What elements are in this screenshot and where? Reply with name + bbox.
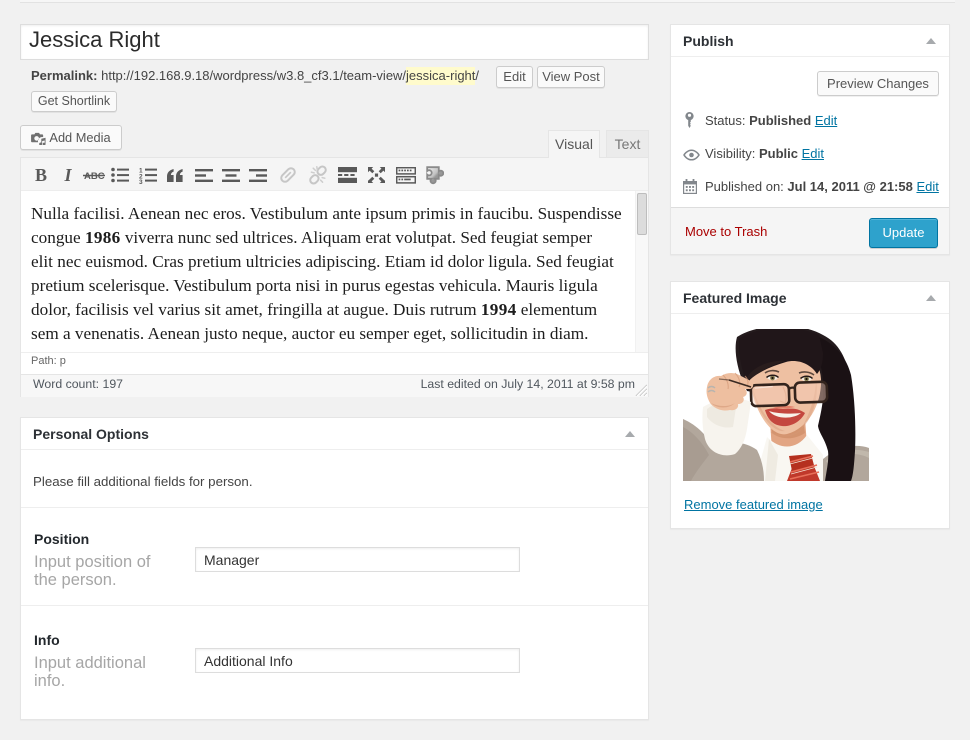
- svg-text:ABC: ABC: [84, 171, 105, 182]
- svg-text:3: 3: [139, 179, 143, 184]
